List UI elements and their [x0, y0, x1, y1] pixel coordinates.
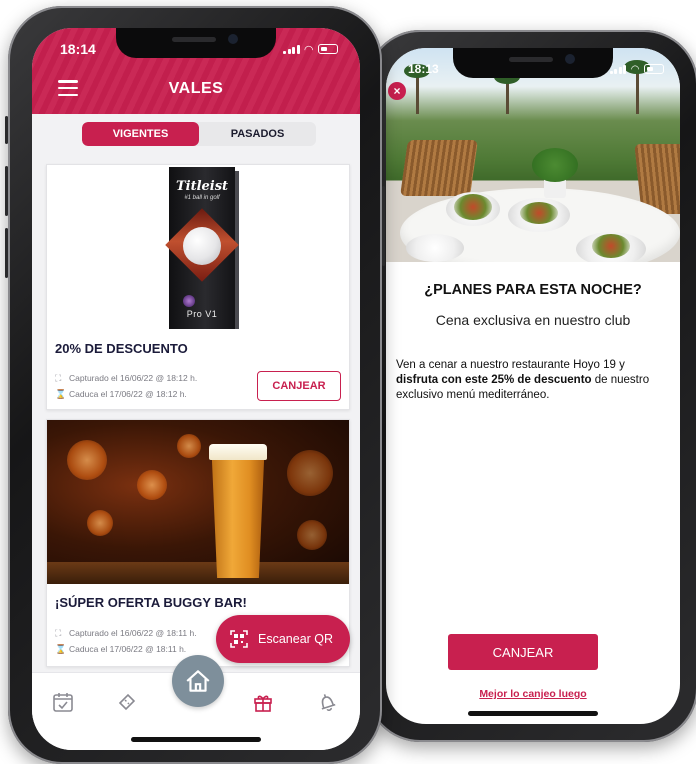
scan-qr-label: Escanear QR [258, 632, 334, 646]
status-time: 18:14 [60, 41, 96, 57]
redeem-button[interactable]: CANJEAR [448, 634, 598, 670]
redeem-later-link[interactable]: Mejor lo canjeo luego [386, 688, 680, 700]
offer-description-part: Ven a cenar a nuestro restaurante Hoyo 1… [396, 359, 625, 371]
hourglass-icon: ⌛ [55, 643, 67, 654]
voucher-card[interactable]: Titleist #1 ball in golf Pro V1 20% DE D… [46, 164, 350, 410]
phone-mute-switch [5, 116, 8, 144]
vouchers-screen: VALES 18:14 ◠ VIGENTES PASADOS Titleist … [32, 28, 360, 750]
offer-detail-screen: 18:13 ◠ × ¿PLANES PARA ESTA NOCHE? Cena … [386, 48, 680, 724]
redeem-button[interactable]: CANJEAR [257, 371, 341, 401]
wifi-icon: ◠ [304, 43, 313, 56]
voucher-captured: ⛶ Capturado el 16/06/22 @ 18:12 h. [55, 373, 197, 383]
offer-description-highlight: disfruta con este 25% de descuento [396, 374, 592, 386]
offer-subtitle: Cena exclusiva en nuestro club [435, 312, 631, 328]
scan-qr-button[interactable]: Escanear QR [216, 615, 350, 663]
status-icons: ◠ [283, 43, 338, 56]
page-title: VALES [168, 80, 224, 97]
phone-notch [116, 28, 276, 58]
phone-power-button [382, 186, 385, 266]
status-icons: ◠ [609, 63, 664, 75]
golf-ball-box-image: Titleist #1 ball in golf Pro V1 [165, 167, 239, 329]
voucher-expires: ⌛ Caduca el 17/06/22 @ 18:12 h. [55, 389, 187, 399]
scan-icon: ⛶ [55, 627, 62, 638]
captured-text: Capturado el 16/06/22 @ 18:11 h. [69, 628, 197, 638]
voucher-captured: ⛶ Capturado el 16/06/22 @ 18:11 h. [55, 628, 197, 638]
wifi-icon: ◠ [631, 63, 639, 75]
home-button[interactable] [172, 655, 224, 707]
voucher-title: ¡SÚPER OFERTA BUGGY BAR! [55, 595, 247, 610]
expires-text: Caduca el 17/06/22 @ 18:12 h. [69, 389, 187, 399]
close-button[interactable]: × [388, 82, 406, 100]
signal-icon [609, 64, 627, 74]
phone-volume-down [5, 228, 8, 278]
scan-icon: ⛶ [55, 372, 62, 383]
voucher-expires: ⌛ Caduca el 17/06/22 @ 18:11 h. [55, 644, 186, 654]
expires-text: Caduca el 17/06/22 @ 18:11 h. [69, 644, 187, 654]
tab-vigentes[interactable]: VIGENTES [82, 122, 199, 146]
offer-description: Ven a cenar a nuestro restaurante Hoyo 1… [396, 358, 670, 403]
calendar-check-icon[interactable] [52, 691, 74, 713]
voucher-title: 20% DE DESCUENTO [55, 341, 188, 356]
phone-notch [453, 48, 613, 78]
phone-volume-up [5, 166, 8, 216]
bell-icon[interactable] [316, 691, 338, 713]
battery-icon [644, 64, 664, 74]
phone-frame-offer-detail: 18:13 ◠ × ¿PLANES PARA ESTA NOCHE? Cena … [363, 30, 696, 742]
product-brand: Titleist [175, 179, 229, 194]
voucher-tabs: VIGENTES PASADOS [82, 122, 316, 146]
qr-code-icon [230, 630, 248, 648]
battery-icon [318, 44, 338, 54]
captured-text: Capturado el 16/06/22 @ 18:12 h. [69, 373, 198, 383]
phone-frame-vouchers: VALES 18:14 ◠ VIGENTES PASADOS Titleist … [5, 6, 385, 764]
ticket-icon[interactable] [116, 691, 138, 713]
beer-glass-photo [47, 420, 349, 584]
status-time: 18:13 [408, 62, 439, 76]
tab-pasados[interactable]: PASADOS [199, 122, 316, 146]
home-indicator[interactable] [131, 737, 261, 742]
product-tagline: #1 ball in golf [184, 195, 220, 201]
gift-icon[interactable] [252, 691, 274, 713]
offer-title: ¿PLANES PARA ESTA NOCHE? [424, 282, 642, 298]
product-model: Pro V1 [186, 309, 218, 319]
signal-icon [283, 44, 300, 54]
hourglass-icon: ⌛ [55, 388, 67, 399]
home-icon [186, 670, 210, 692]
home-indicator[interactable] [468, 711, 598, 716]
